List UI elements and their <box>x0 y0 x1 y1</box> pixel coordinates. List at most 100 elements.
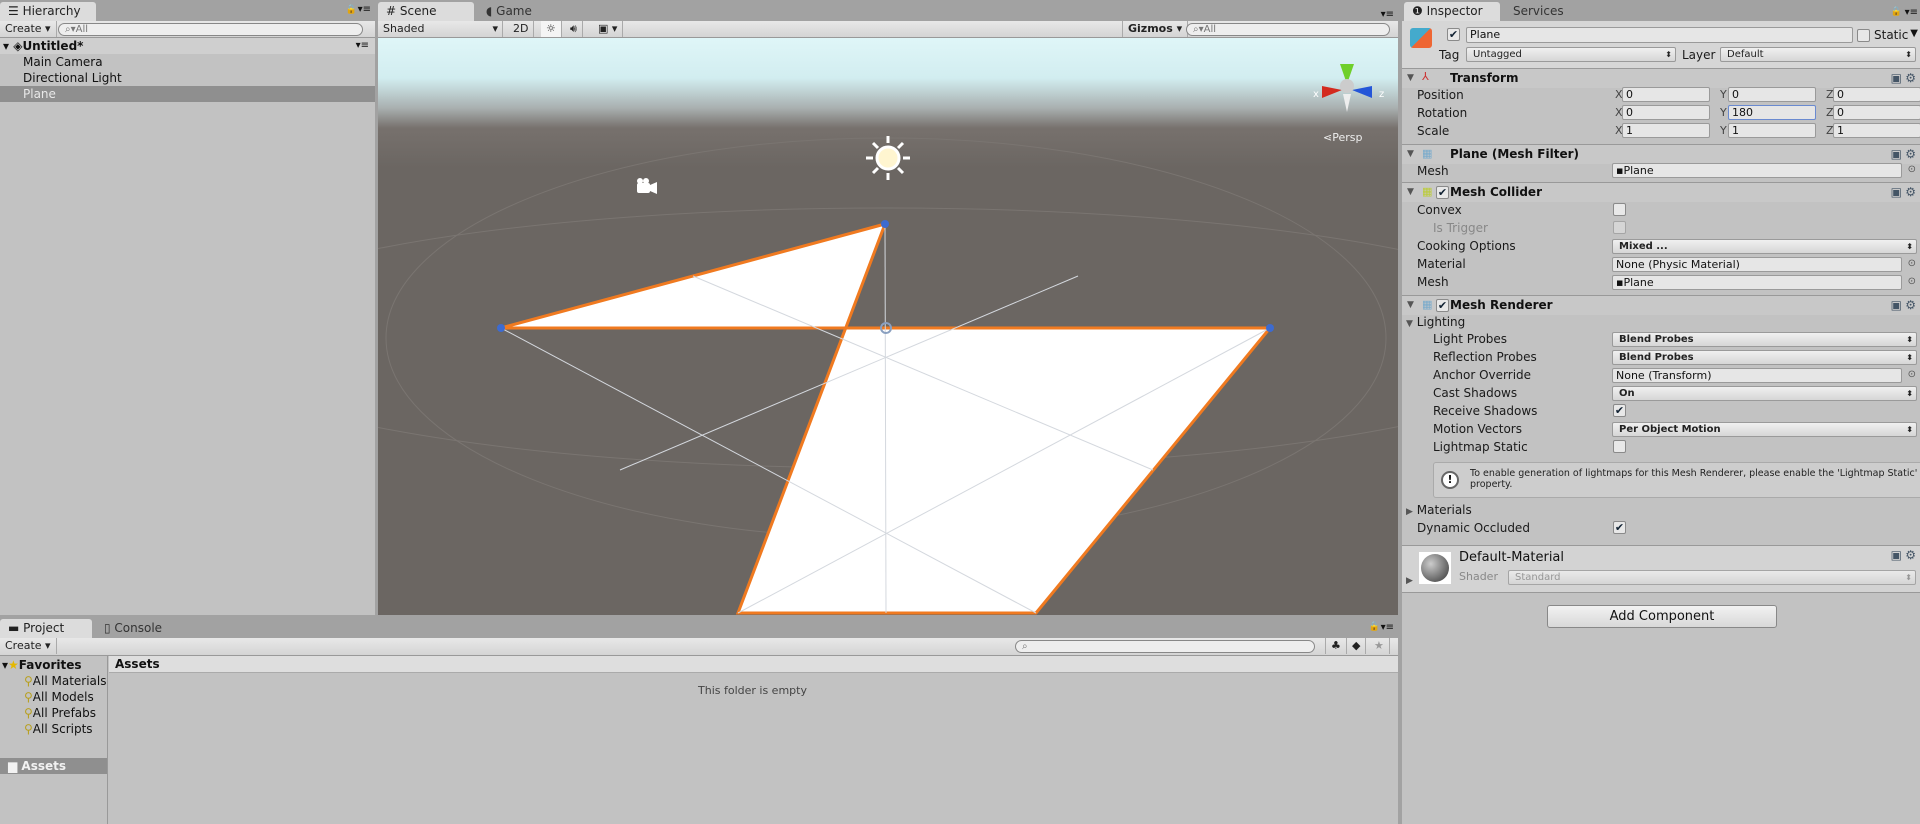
static-checkbox[interactable] <box>1857 29 1870 42</box>
2d-toggle[interactable]: 2D <box>508 21 535 37</box>
collapse-arrow-icon[interactable]: ▼ <box>1407 300 1414 310</box>
panel-menu-icon[interactable]: ▾≡ <box>1381 9 1394 20</box>
add-component-button[interactable]: Add Component <box>1547 605 1777 628</box>
receive-shadows-checkbox[interactable]: ✔ <box>1613 404 1626 417</box>
lock-icon[interactable]: 🔒 <box>1369 622 1380 632</box>
projection-toggle[interactable]: ⋖Persp <box>1323 131 1362 144</box>
tab-services[interactable]: Services <box>1505 2 1572 21</box>
help-book-icon[interactable]: ▣ <box>1891 548 1902 562</box>
audio-toggle-speaker-icon[interactable]: 🔊︎ <box>565 21 583 37</box>
active-checkbox[interactable]: ✔ <box>1447 28 1460 41</box>
rotation-y-field[interactable]: 180 <box>1728 105 1816 120</box>
create-button[interactable]: Create ▾ <box>0 638 57 654</box>
axis-y-label[interactable]: Y <box>1720 87 1727 103</box>
position-y-field[interactable]: 0 <box>1728 87 1816 102</box>
tab-hierarchy[interactable]: ☰ Hierarchy <box>0 2 96 21</box>
convex-checkbox[interactable] <box>1613 203 1626 216</box>
collapse-arrow-icon[interactable]: ▼ <box>1407 149 1414 159</box>
lock-icon[interactable]: 🔒 <box>1891 7 1902 17</box>
hierarchy-item-directional-light[interactable]: Directional Light <box>0 70 375 86</box>
axis-y-label[interactable]: Y <box>1720 105 1727 121</box>
favorite-all-models[interactable]: ⚲All Models <box>0 689 107 705</box>
object-picker-icon[interactable]: ⊙ <box>1908 164 1916 175</box>
tab-game[interactable]: ◖ Game <box>478 2 540 21</box>
collapse-arrow-icon[interactable]: ▼ <box>1407 187 1414 197</box>
settings-gear-icon[interactable]: ⚙ <box>1905 298 1916 312</box>
favorite-all-scripts[interactable]: ⚲All Scripts <box>0 721 107 737</box>
tab-scene[interactable]: # Scene <box>378 2 474 21</box>
mesh-collider-enabled-checkbox[interactable]: ✔ <box>1436 186 1449 199</box>
settings-gear-icon[interactable]: ⚙ <box>1905 548 1916 562</box>
assets-folder[interactable]: ▆ Assets <box>0 758 107 774</box>
filter-by-type-icon[interactable]: ♣ <box>1325 638 1347 654</box>
lighting-foldout[interactable]: ▼ Lighting <box>1406 314 1465 332</box>
transform-header[interactable]: ▼ ⅄ Transform ▣ ⚙ <box>1402 68 1920 88</box>
mesh-filter-header[interactable]: ▼ ▦ Plane (Mesh Filter) ▣ ⚙ <box>1402 144 1920 164</box>
favorite-all-prefabs[interactable]: ⚲All Prefabs <box>0 705 107 721</box>
reflection-probes-dropdown[interactable]: Blend Probes <box>1612 350 1917 365</box>
object-picker-icon[interactable]: ⊙ <box>1908 258 1916 269</box>
mesh-renderer-enabled-checkbox[interactable]: ✔ <box>1436 299 1449 312</box>
favorite-all-materials[interactable]: ⚲All Materials <box>0 673 107 689</box>
cast-shadows-dropdown[interactable]: On <box>1612 386 1917 401</box>
lighting-toggle-sun-icon[interactable]: ☼ <box>541 21 562 37</box>
position-x-field[interactable]: 0 <box>1622 87 1710 102</box>
object-picker-icon[interactable]: ⊙ <box>1908 369 1916 380</box>
tab-project[interactable]: ▬ Project <box>0 619 92 638</box>
expand-arrow-icon[interactable]: ▾ <box>3 39 13 53</box>
materials-foldout[interactable]: ▶ Materials <box>1406 502 1472 520</box>
hierarchy-search-input[interactable]: ⌕▾All <box>58 23 363 36</box>
panel-menu-icon[interactable]: ▾≡ <box>358 4 371 15</box>
rotation-x-field[interactable]: 0 <box>1622 105 1710 120</box>
physic-material-field[interactable]: None (Physic Material) <box>1612 257 1902 272</box>
hierarchy-item-main-camera[interactable]: Main Camera <box>0 54 375 70</box>
settings-gear-icon[interactable]: ⚙ <box>1905 185 1916 199</box>
help-book-icon[interactable]: ▣ <box>1891 71 1902 85</box>
static-dropdown-arrow[interactable]: ▼ <box>1910 28 1918 39</box>
object-picker-icon[interactable]: ⊙ <box>1908 276 1916 287</box>
scene-search-input[interactable]: ⌕▾All <box>1186 23 1390 36</box>
expand-arrow-icon[interactable]: ▶ <box>1406 576 1413 586</box>
tag-dropdown[interactable]: Untagged <box>1466 47 1676 62</box>
panel-menu-icon[interactable]: ▾≡ <box>1905 7 1918 18</box>
layer-dropdown[interactable]: Default <box>1720 47 1916 62</box>
light-probes-dropdown[interactable]: Blend Probes <box>1612 332 1917 347</box>
motion-vectors-dropdown[interactable]: Per Object Motion <box>1612 422 1917 437</box>
scene-menu-icon[interactable]: ▾≡ <box>356 38 369 54</box>
tab-inspector[interactable]: ❶ Inspector <box>1404 2 1500 21</box>
gizmos-dropdown[interactable]: Gizmos ▾ <box>1122 21 1189 37</box>
scale-x-field[interactable]: 1 <box>1622 123 1710 138</box>
settings-gear-icon[interactable]: ⚙ <box>1905 147 1916 161</box>
position-z-field[interactable]: 0 <box>1833 87 1920 102</box>
help-book-icon[interactable]: ▣ <box>1891 147 1902 161</box>
lock-icon[interactable]: 🔒 <box>346 5 357 15</box>
hierarchy-item-plane[interactable]: Plane <box>0 86 375 102</box>
scene-row[interactable]: ▾ ◈Untitled* ▾≡ <box>0 38 375 54</box>
collider-mesh-field[interactable]: ▪Plane <box>1612 275 1902 290</box>
mesh-renderer-header[interactable]: ▼ ▦ ✔ Mesh Renderer ▣ ⚙ <box>1402 295 1920 315</box>
help-book-icon[interactable]: ▣ <box>1891 185 1902 199</box>
favorites-star-icon[interactable]: ★ <box>1369 638 1390 654</box>
shading-dropdown[interactable]: Shaded ▾ <box>378 21 503 37</box>
assets-breadcrumb[interactable]: Assets <box>115 657 160 671</box>
favorites-header[interactable]: ▾★Favorites <box>0 657 107 673</box>
anchor-override-field[interactable]: None (Transform) <box>1612 368 1902 383</box>
project-search-input[interactable]: ⌕ <box>1015 640 1315 653</box>
panel-menu-icon[interactable]: ▾≡ <box>1381 622 1394 633</box>
cooking-options-dropdown[interactable]: Mixed ... <box>1612 239 1917 254</box>
create-button[interactable]: Create ▾ <box>0 21 57 37</box>
collapse-arrow-icon[interactable]: ▼ <box>1407 73 1414 83</box>
dynamic-occluded-checkbox[interactable]: ✔ <box>1613 521 1626 534</box>
help-book-icon[interactable]: ▣ <box>1891 298 1902 312</box>
filter-by-label-icon[interactable]: ◆ <box>1347 638 1367 654</box>
axis-y-label[interactable]: Y <box>1720 123 1727 139</box>
mesh-collider-header[interactable]: ▼ ▦ ✔ Mesh Collider ▣ ⚙ <box>1402 182 1920 202</box>
mesh-field[interactable]: ▪Plane <box>1612 163 1902 178</box>
effects-image-icon[interactable]: ▣ ▾ <box>593 21 624 37</box>
scale-z-field[interactable]: 1 <box>1833 123 1920 138</box>
tab-console[interactable]: ▯ Console <box>96 619 170 638</box>
rotation-z-field[interactable]: 0 <box>1833 105 1920 120</box>
scene-viewport[interactable]: x z ⋖Persp <box>378 38 1398 615</box>
settings-gear-icon[interactable]: ⚙ <box>1905 71 1916 85</box>
scale-y-field[interactable]: 1 <box>1728 123 1816 138</box>
